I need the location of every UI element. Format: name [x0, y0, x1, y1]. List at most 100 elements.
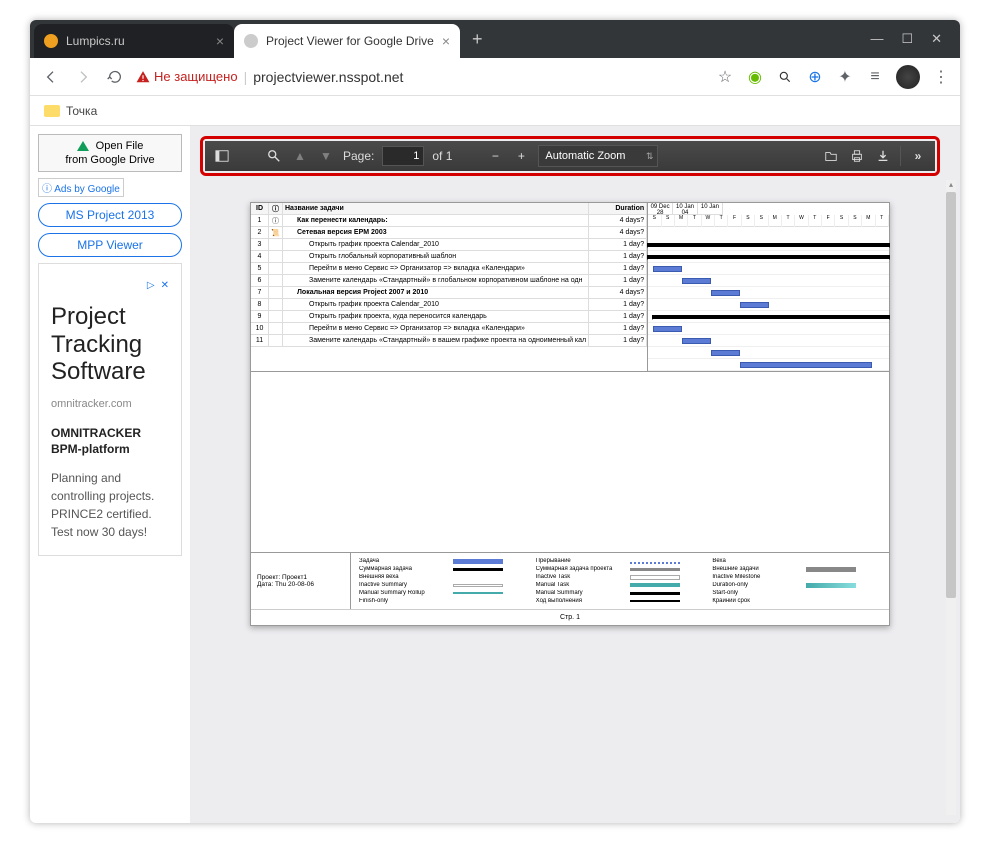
tab-lumpics[interactable]: Lumpics.ru ×: [34, 24, 234, 58]
tools-icon[interactable]: »: [909, 147, 927, 165]
close-icon[interactable]: ×: [442, 33, 450, 49]
reading-list-icon[interactable]: ≡: [866, 68, 884, 86]
legend-item: Duration-only: [708, 581, 885, 589]
legend-section: Проект: Проект1 Дата: Thu 20-08-06 Задач…: [251, 552, 889, 609]
page-number: Стр. 1: [251, 609, 889, 625]
legend-item: Ход выполнения: [532, 597, 709, 605]
tab-title: Project Viewer for Google Drive: [266, 34, 434, 48]
table-row: 7Локальная версия Project 2007 и 20104 d…: [251, 287, 647, 299]
new-tab-button[interactable]: +: [460, 29, 495, 50]
pdf-toolbar: ▲ ▼ Page: of 1 − + Automatic Zoom »: [205, 141, 935, 171]
download-icon[interactable]: [874, 147, 892, 165]
minimize-button[interactable]: —: [870, 31, 883, 47]
maximize-button[interactable]: ☐: [901, 31, 913, 47]
legend-item: Inactive Summary: [355, 581, 532, 589]
extension-icons: ☆ ◉ ⊕ ✦ ≡ ⋮: [716, 65, 950, 89]
find-icon[interactable]: [265, 147, 283, 165]
toolbar-highlight: ▲ ▼ Page: of 1 − + Automatic Zoom »: [200, 136, 940, 176]
ad-close-icon[interactable]: ✕: [161, 278, 169, 293]
url-text: projectviewer.nsspot.net: [253, 69, 403, 85]
tab-projectviewer[interactable]: Project Viewer for Google Drive ×: [234, 24, 460, 58]
page-of: of 1: [432, 149, 452, 163]
open-file-button[interactable]: Open File from Google Drive: [38, 134, 182, 172]
back-button[interactable]: [40, 66, 62, 88]
browser-window: Lumpics.ru × Project Viewer for Google D…: [30, 20, 960, 823]
bookmarks-bar: Точка: [30, 96, 960, 126]
legend-item: Задача: [355, 557, 532, 565]
ad-link-mppviewer[interactable]: MPP Viewer: [38, 233, 182, 257]
bookmark-item[interactable]: Точка: [66, 104, 97, 118]
adchoices-icon[interactable]: ▷: [147, 278, 155, 293]
table-row: 2📜Сетевая версия EPM 20034 days?: [251, 227, 647, 239]
close-button[interactable]: ✕: [931, 31, 942, 47]
tab-title: Lumpics.ru: [66, 34, 125, 48]
legend-item: Inactive Milestone: [708, 573, 885, 581]
ad-subtitle: OMNITRACKER BPM-platform: [51, 426, 169, 457]
avatar[interactable]: [896, 65, 920, 89]
project-info: Проект: Проект1 Дата: Thu 20-08-06: [251, 553, 351, 609]
legend-item: Прерывание: [532, 557, 709, 565]
titlebar: Lumpics.ru × Project Viewer for Google D…: [30, 20, 960, 58]
favicon-lumpics: [44, 34, 58, 48]
legend-item: Суммарная задача проекта: [532, 565, 709, 573]
document-page: ID ⓘ Название задачи Duration 1ⓘКак пере…: [250, 202, 890, 626]
legend-item: Start-only: [708, 589, 885, 597]
sidebar: Open File from Google Drive ⓘ Ads by Goo…: [30, 126, 190, 823]
search-icon[interactable]: [776, 68, 794, 86]
legend-item: Крайний срок: [708, 597, 885, 605]
forward-button[interactable]: [72, 66, 94, 88]
col-header-id: ID: [251, 203, 269, 214]
zoom-in-icon[interactable]: +: [512, 147, 530, 165]
ad-link-msproject[interactable]: MS Project 2013: [38, 203, 182, 227]
table-row: 9Открыть график проекта, куда переноситс…: [251, 311, 647, 323]
table-row: 4Открыть глобальный корпоративный шаблон…: [251, 251, 647, 263]
security-warning: Не защищено: [136, 69, 238, 84]
address-bar: Не защищено | projectviewer.nsspot.net ☆…: [30, 58, 960, 96]
page-label: Page:: [343, 149, 374, 163]
legend-item: Manual Summary Rollup: [355, 589, 532, 597]
legend-item: Manual Summary: [532, 589, 709, 597]
adguard-icon[interactable]: ◉: [746, 68, 764, 86]
page-input[interactable]: [382, 146, 424, 166]
zoom-select[interactable]: Automatic Zoom: [538, 145, 658, 167]
reload-button[interactable]: [104, 66, 126, 88]
print-icon[interactable]: [848, 147, 866, 165]
legend-item: Веха: [708, 557, 885, 565]
prev-page-icon[interactable]: ▲: [291, 147, 309, 165]
open-file-icon[interactable]: [822, 147, 840, 165]
drive-icon: [77, 141, 89, 151]
globe-icon[interactable]: ⊕: [806, 68, 824, 86]
star-icon[interactable]: ☆: [716, 68, 734, 86]
legend-item: Manual Task: [532, 581, 709, 589]
omnibox[interactable]: Не защищено | projectviewer.nsspot.net: [136, 63, 706, 91]
ads-label: ⓘ Ads by Google: [38, 178, 124, 197]
table-row: 5Перейти в меню Сервис => Организатор =>…: [251, 263, 647, 275]
table-row: 10Перейти в меню Сервис => Организатор =…: [251, 323, 647, 335]
table-row: 3Открыть график проекта Calendar_20101 d…: [251, 239, 647, 251]
ad-box[interactable]: ▷✕ Project Tracking Software omnitracker…: [38, 263, 182, 556]
col-header-duration: Duration: [589, 203, 647, 214]
extensions-icon[interactable]: ✦: [836, 68, 854, 86]
col-header-info: ⓘ: [269, 203, 283, 214]
table-row: 1ⓘКак перенести календарь:4 days?: [251, 215, 647, 227]
gantt-table: ID ⓘ Название задачи Duration 1ⓘКак пере…: [251, 203, 889, 372]
close-icon[interactable]: ×: [216, 33, 224, 49]
table-row: 6Замените календарь «Стандартный» в глоб…: [251, 275, 647, 287]
scrollbar-vertical[interactable]: ▴: [946, 180, 956, 815]
page-content: Open File from Google Drive ⓘ Ads by Goo…: [30, 126, 960, 823]
table-row: 8Открыть график проекта Calendar_20101 d…: [251, 299, 647, 311]
ad-headline: Project Tracking Software: [51, 303, 169, 386]
legend-item: Finish-only: [355, 597, 532, 605]
next-page-icon[interactable]: ▼: [317, 147, 335, 165]
legend-item: Внешние задачи: [708, 565, 885, 573]
legend-item: Внешняя веха: [355, 573, 532, 581]
folder-icon: [44, 105, 60, 117]
zoom-out-icon[interactable]: −: [486, 147, 504, 165]
legend-item: Inactive Task: [532, 573, 709, 581]
window-controls: — ☐ ✕: [856, 31, 956, 47]
sidebar-toggle-icon[interactable]: [213, 147, 231, 165]
pdf-viewer: ▲ ▼ Page: of 1 − + Automatic Zoom »: [190, 126, 960, 823]
scrollbar-thumb[interactable]: [946, 192, 956, 598]
favicon-projectviewer: [244, 34, 258, 48]
menu-icon[interactable]: ⋮: [932, 68, 950, 86]
